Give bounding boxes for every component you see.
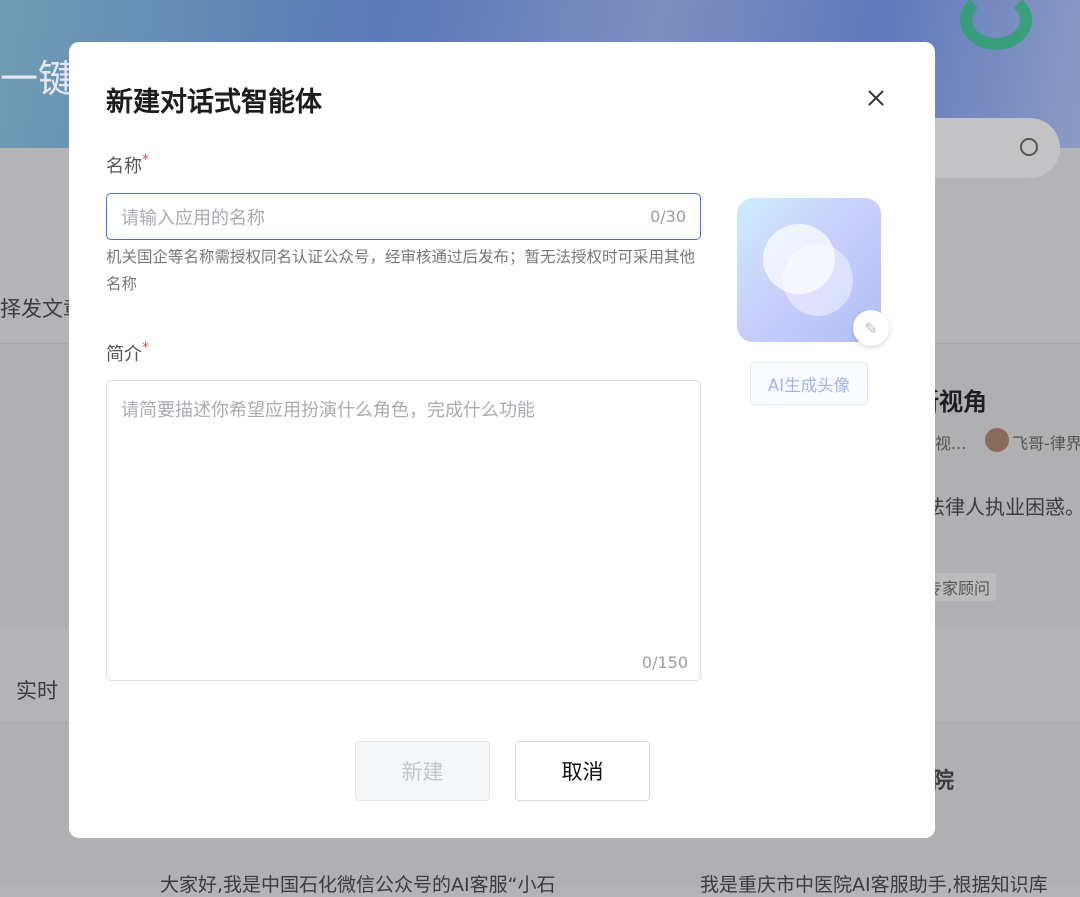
intro-label: 简介* [106,340,149,366]
cancel-button[interactable]: 取消 [515,741,650,801]
intro-textarea[interactable]: 请简要描述你希望应用扮演什么角色，完成什么功能 0/150 [106,380,701,681]
card-desc: 法律人执业困惑。 [925,495,1080,519]
bg-text: 实时 [16,679,58,703]
name-input[interactable]: 请输入应用的名称 0/30 [106,193,701,240]
create-agent-dialog: 新建对话式智能体 名称* 请输入应用的名称 0/30 机关国企等名称需授权同名认… [69,42,935,838]
dialog-title: 新建对话式智能体 [106,87,322,118]
ai-generate-avatar-button[interactable]: AI生成头像 [750,362,868,405]
pencil-icon[interactable]: ✎ [853,310,889,346]
name-placeholder: 请输入应用的名称 [121,207,265,229]
create-button[interactable]: 新建 [355,741,490,801]
name-label: 名称* [106,152,149,178]
card-title[interactable]: 院 [932,763,954,795]
card-desc: 大家好,我是中国石化微信公众号的AI客服“小石 [160,874,556,896]
name-label-text: 名称 [106,156,142,177]
name-char-count: 0/30 [650,207,686,226]
author-avatar [985,428,1009,452]
intro-char-count: 0/150 [641,653,688,672]
intro-label-text: 简介 [106,344,142,365]
intro-placeholder: 请简要描述你希望应用扮演什么角色，完成什么功能 [121,400,535,421]
card-author: 飞哥-律界 [1012,434,1080,453]
card-meta: 视... [935,434,967,453]
required-mark: * [142,340,149,356]
card-desc: 我是重庆市中医院AI客服助手,根据知识库 [700,874,1048,896]
search-input[interactable] [930,118,1060,178]
avatar-shape [783,244,853,316]
search-icon[interactable] [1020,138,1038,156]
banner-text: 一键 [0,57,77,101]
name-hint: 机关国企等名称需授权同名认证公众号，经审核通过后发布；暂无法授权时可采用其他名称 [106,248,696,293]
close-icon[interactable] [864,86,888,110]
required-mark: * [142,152,149,168]
